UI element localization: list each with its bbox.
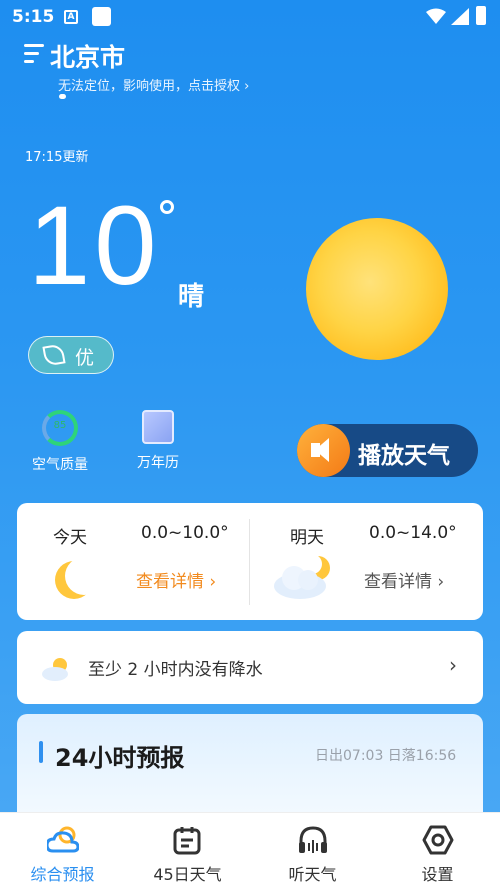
calendar-icon xyxy=(142,410,174,444)
air-quality-ring-icon: 85 xyxy=(42,410,78,446)
speaker-icon xyxy=(297,424,350,477)
precipitation-notice[interactable]: 至少 2 小时内没有降水 › xyxy=(17,631,483,704)
hourly-title: 24小时预报 xyxy=(55,744,185,772)
play-weather-label: 播放天气 xyxy=(358,443,450,469)
day-name: 明天 xyxy=(290,528,324,548)
update-time: 17:15更新 xyxy=(25,150,89,165)
calendar-label: 万年历 xyxy=(137,455,179,471)
current-temperature: 10 xyxy=(28,183,161,308)
signal-icon xyxy=(451,8,469,25)
wifi-icon xyxy=(426,8,446,24)
aqi-badge[interactable]: 优 xyxy=(28,336,114,374)
section-accent-bar xyxy=(39,741,43,763)
precipitation-text: 至少 2 小时内没有降水 xyxy=(88,660,263,680)
bottom-tab-bar: 综合预报 45日天气 听天气 设置 xyxy=(0,812,500,890)
tab-forecast[interactable]: 综合预报 xyxy=(0,813,125,890)
chevron-right-icon: › xyxy=(449,653,457,677)
headphones-icon xyxy=(299,826,327,853)
day-name: 今天 xyxy=(53,528,87,548)
status-time: 5:15 xyxy=(12,7,55,27)
play-weather-button[interactable]: 播放天气 xyxy=(297,424,478,477)
cloud-sun-small-icon xyxy=(42,658,68,681)
day-temp-range: 0.0~14.0° xyxy=(369,523,457,543)
location-permission-link[interactable]: 无法定位，影响使用，点击授权 › xyxy=(58,75,249,94)
aqi-level: 优 xyxy=(75,347,95,369)
daily-forecast-card: 今天 0.0~10.0° 查看详情 › 明天 0.0~14.0° 查看详情 › xyxy=(17,503,483,620)
air-quality-button[interactable]: 85 空气质量 xyxy=(26,410,94,474)
moon-icon xyxy=(65,557,103,595)
settings-icon xyxy=(422,825,454,855)
tab-label: 设置 xyxy=(421,865,454,884)
tab-listen[interactable]: 听天气 xyxy=(250,813,375,890)
tab-label: 45日天气 xyxy=(153,865,222,884)
cloud-sun-icon xyxy=(47,826,79,853)
tab-label: 听天气 xyxy=(288,865,337,884)
aqi-value: 85 xyxy=(53,420,67,431)
today-forecast[interactable]: 今天 0.0~10.0° 查看详情 › xyxy=(17,503,250,620)
day-temp-range: 0.0~10.0° xyxy=(141,523,229,543)
degree-symbol xyxy=(160,200,174,214)
status-bar: 5:15 A xyxy=(0,0,500,34)
sunrise-sunset: 日出07:03 日落16:56 xyxy=(315,748,457,764)
today-details-link[interactable]: 查看详情 › xyxy=(136,567,216,592)
tab-45-day[interactable]: 45日天气 xyxy=(125,813,250,890)
air-quality-label: 空气质量 xyxy=(32,457,88,473)
cloud-moon-icon xyxy=(274,554,330,599)
page-indicator-dot xyxy=(59,94,66,99)
tab-settings[interactable]: 设置 xyxy=(375,813,500,890)
tomorrow-details-link[interactable]: 查看详情 › xyxy=(364,567,444,592)
battery-icon xyxy=(476,6,486,25)
leaf-icon xyxy=(42,343,66,367)
city-name[interactable]: 北京市 xyxy=(50,38,125,74)
sun-icon xyxy=(306,218,448,360)
calendar-button[interactable]: 万年历 xyxy=(128,410,188,472)
tab-label: 综合预报 xyxy=(30,865,95,884)
menu-icon[interactable] xyxy=(24,44,44,64)
calendar-tab-icon xyxy=(173,827,201,855)
weather-condition: 晴 xyxy=(178,282,205,312)
notification-a-icon: A xyxy=(64,10,78,24)
notification-square-icon xyxy=(92,7,111,26)
